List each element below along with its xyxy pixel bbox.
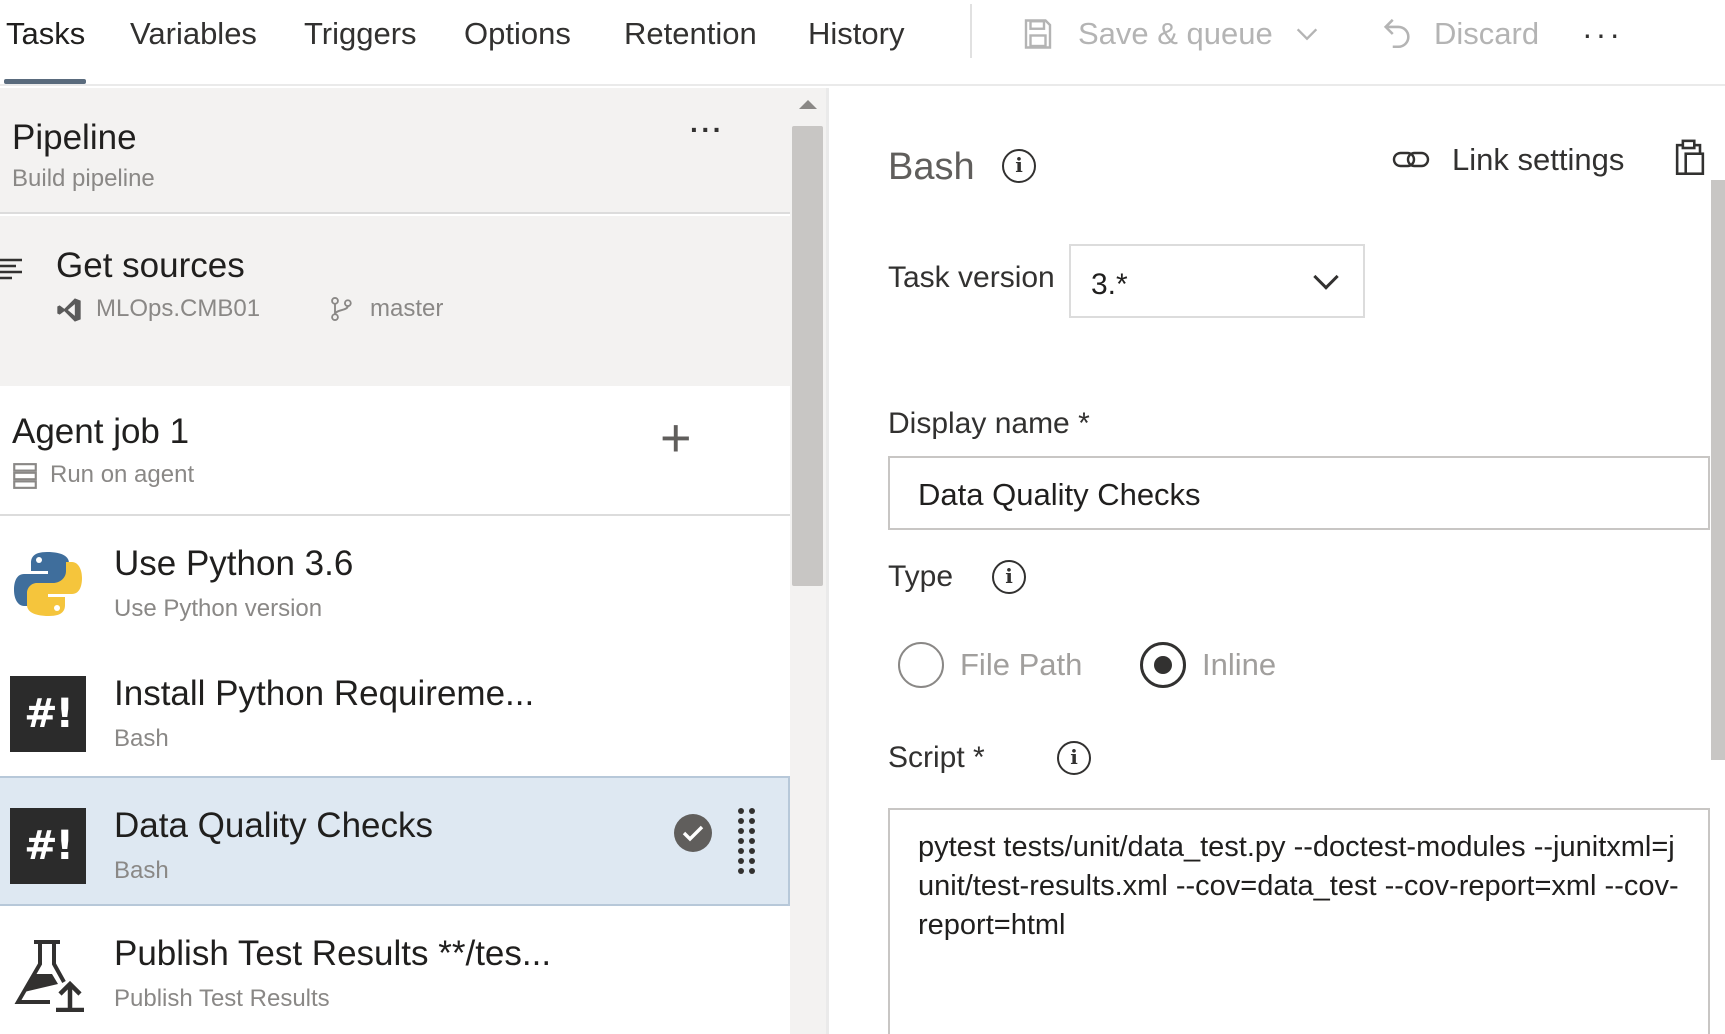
script-textarea[interactable]: pytest tests/unit/data_test.py --doctest… [888, 808, 1710, 1034]
task-title: Data Quality Checks [114, 806, 434, 845]
tab-triggers[interactable]: Triggers [304, 14, 417, 54]
pipeline-title: Pipeline [12, 118, 137, 157]
panel-divider [826, 88, 829, 1034]
task-subtitle: Bash [114, 725, 169, 752]
link-settings-button[interactable]: Link settings [1392, 140, 1624, 180]
tab-history[interactable]: History [808, 14, 904, 54]
undo-icon [1383, 18, 1410, 49]
discard-button[interactable]: Discard [1380, 14, 1539, 54]
task-details-heading: Bash [888, 146, 975, 188]
radio-selected-dot [1154, 656, 1172, 674]
link-settings-label: Link settings [1452, 142, 1625, 177]
chevron-down-icon [1296, 28, 1317, 41]
add-task-icon[interactable]: + [660, 408, 692, 468]
agent-job-section[interactable]: Agent job 1 Run on agent + [0, 386, 790, 516]
toolbar-divider [970, 4, 972, 58]
bash-icon: #! [10, 808, 86, 884]
tab-retention[interactable]: Retention [624, 14, 757, 54]
active-tab-indicator [4, 79, 86, 84]
save-and-queue-label: Save & queue [1078, 16, 1273, 51]
chevron-down-icon [1313, 264, 1339, 290]
radio-inline[interactable] [1140, 642, 1186, 688]
type-label: Type [888, 560, 954, 593]
task-subtitle: Publish Test Results [114, 985, 330, 1012]
save-and-queue-button[interactable]: Save & queue [1020, 14, 1321, 54]
bash-icon: #! [10, 676, 86, 752]
radio-inline-label[interactable]: Inline [1202, 645, 1276, 685]
discard-label: Discard [1434, 16, 1540, 51]
repository-icon [57, 298, 81, 322]
link-icon [1392, 151, 1430, 168]
publish-test-results-icon [14, 940, 84, 1012]
get-sources-title: Get sources [56, 246, 245, 285]
top-toolbar: Tasks Variables Triggers Options Retenti… [0, 0, 1725, 86]
task-item-use-python[interactable]: Use Python 3.6 Use Python version [0, 516, 790, 646]
more-actions-icon[interactable]: ··· [1582, 14, 1623, 54]
task-list-scroll-thumb[interactable] [792, 126, 823, 586]
script-value: pytest tests/unit/data_test.py --doctest… [918, 831, 1679, 941]
branch-icon [331, 296, 352, 322]
display-name-field[interactable]: Data Quality Checks [888, 456, 1710, 530]
save-icon [1024, 19, 1052, 49]
drag-handle-icon[interactable] [736, 806, 758, 876]
pipeline-more-icon[interactable]: ··· [690, 114, 724, 146]
display-name-label: Display name * [888, 407, 1090, 440]
enabled-check-icon [674, 814, 712, 852]
radio-file-path[interactable] [898, 642, 944, 688]
tab-options[interactable]: Options [464, 14, 571, 54]
task-item-data-quality-checks[interactable]: #! Data Quality Checks Bash [0, 776, 790, 906]
info-icon[interactable]: i [1057, 741, 1091, 775]
task-version-value: 3.* [1091, 268, 1128, 301]
script-label: Script * [888, 741, 985, 774]
task-subtitle: Bash [114, 857, 169, 884]
task-item-publish-test-results[interactable]: Publish Test Results **/tes... Publish T… [0, 906, 790, 1034]
repository-name: MLOps.CMB01 [96, 295, 261, 322]
info-icon[interactable]: i [1002, 149, 1036, 183]
radio-file-path-label[interactable]: File Path [960, 645, 1082, 685]
pipeline-subtitle: Build pipeline [12, 165, 155, 192]
get-sources-section[interactable]: Get sources MLOps.CMB01 master [0, 216, 790, 386]
clipboard-icon[interactable] [1672, 138, 1708, 178]
info-icon[interactable]: i [992, 560, 1026, 594]
sources-icon [0, 258, 22, 280]
agent-job-subtitle: Run on agent [50, 461, 195, 488]
details-scrollbar[interactable] [1711, 180, 1725, 760]
display-name-value: Data Quality Checks [918, 477, 1201, 512]
task-title: Publish Test Results **/tes... [114, 934, 552, 973]
task-version-select[interactable]: 3.* [1069, 244, 1365, 318]
task-title: Install Python Requireme... [114, 674, 535, 713]
branch-name: master [370, 295, 444, 322]
tab-tasks[interactable]: Tasks [6, 14, 85, 54]
agent-job-title: Agent job 1 [12, 412, 190, 451]
pipeline-section[interactable]: Pipeline Build pipeline ··· [0, 88, 790, 214]
task-version-label: Task version [888, 261, 1055, 294]
scroll-up-arrow-icon[interactable] [799, 100, 817, 109]
tab-variables[interactable]: Variables [130, 14, 257, 54]
task-title: Use Python 3.6 [114, 544, 354, 583]
task-item-install-requirements[interactable]: #! Install Python Requireme... Bash [0, 646, 790, 776]
task-subtitle: Use Python version [114, 595, 323, 622]
python-icon [14, 552, 82, 616]
agent-server-icon [13, 463, 37, 489]
